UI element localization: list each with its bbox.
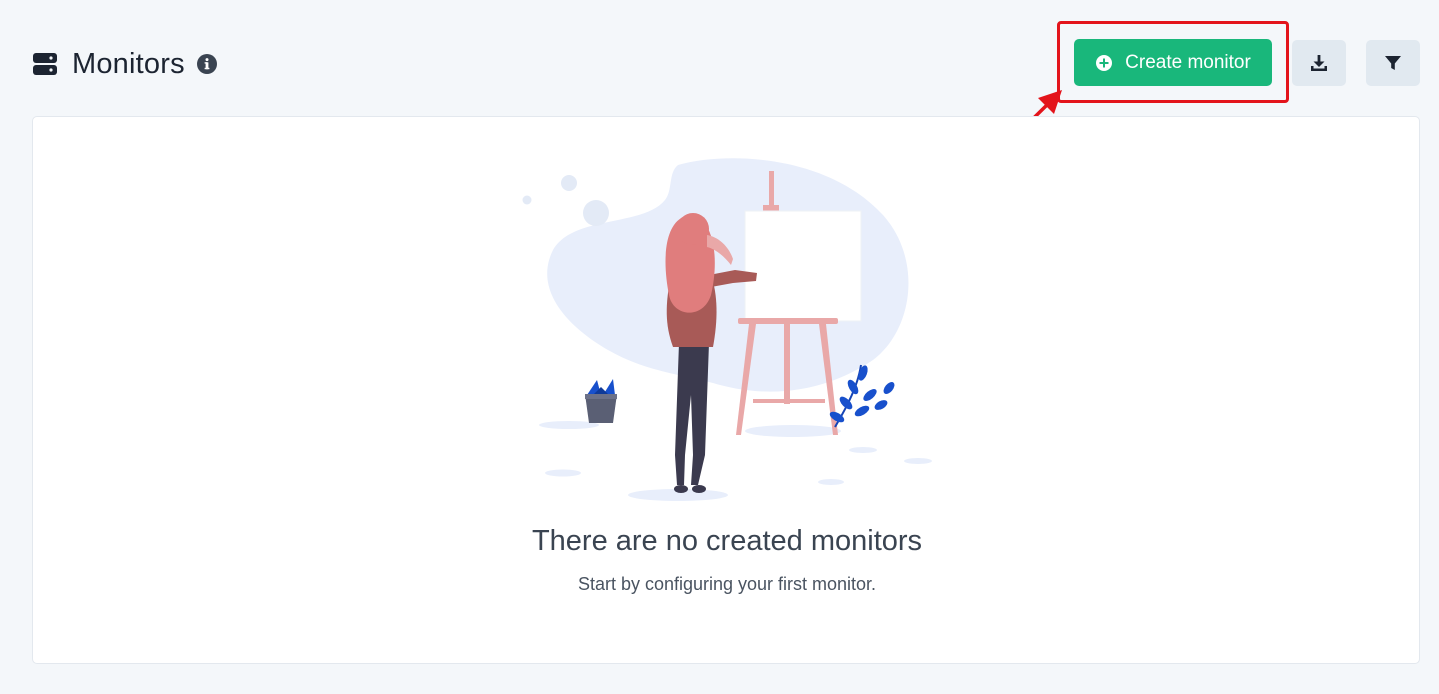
plus-circle-icon xyxy=(1096,54,1113,71)
download-button[interactable] xyxy=(1292,40,1346,86)
page-header: Monitors xyxy=(32,44,217,84)
server-icon xyxy=(33,53,57,75)
empty-state-title: There are no created monitors xyxy=(531,525,923,557)
empty-state-card: There are no created monitors Start by c… xyxy=(32,116,1420,664)
create-monitor-button[interactable]: Create monitor xyxy=(1074,39,1272,86)
painter-illustration xyxy=(522,158,932,501)
info-icon[interactable] xyxy=(196,54,217,74)
page-title: Monitors xyxy=(72,47,185,80)
monitors-page: Monitors Create monitor There are no cre… xyxy=(0,0,1439,694)
empty-state-subtitle: Start by configuring your first monitor. xyxy=(577,574,877,594)
create-monitor-label: Create monitor xyxy=(1125,51,1251,73)
filter-icon xyxy=(1385,56,1401,70)
download-icon xyxy=(1311,55,1327,71)
filter-button[interactable] xyxy=(1366,40,1420,86)
